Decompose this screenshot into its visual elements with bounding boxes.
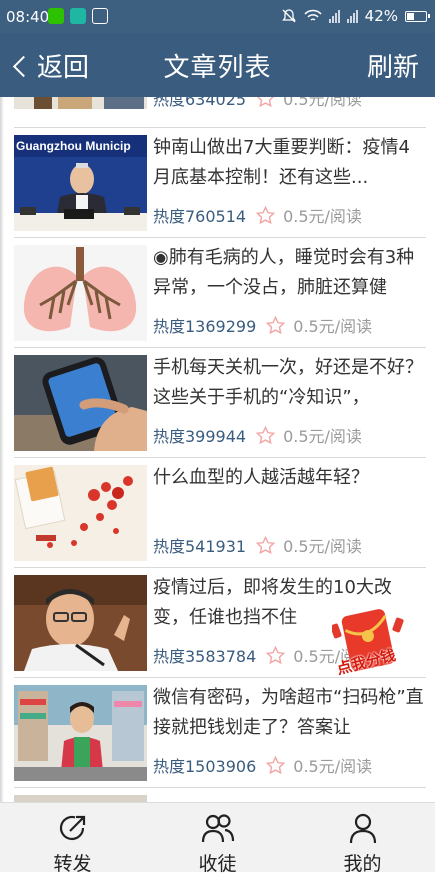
list-item[interactable]: 热度634025 0.5元/阅读: [14, 97, 426, 128]
article-meta: 热度1503906 0.5元/阅读: [153, 753, 372, 777]
article-thumbnail: [14, 97, 147, 109]
article-meta: 热度634025 0.5元/阅读: [153, 97, 362, 110]
article-meta: 热度760514 0.5元/阅读: [153, 203, 362, 227]
popularity-count: 热度634025: [153, 97, 247, 109]
person-icon: [349, 813, 377, 844]
article-meta: 热度399944 0.5元/阅读: [153, 423, 362, 447]
price-per-read: 0.5元/阅读: [293, 757, 373, 776]
list-item[interactable]: [14, 787, 426, 802]
article-thumbnail: [14, 465, 147, 561]
share-icon: [59, 815, 86, 841]
clean-icon: [92, 8, 108, 24]
status-bar: 08:40 42%: [0, 0, 435, 33]
refresh-button[interactable]: 刷新: [367, 47, 419, 84]
article-title: 什么血型的人越活越年轻？: [153, 467, 369, 488]
price-per-read: 0.5元/阅读: [283, 207, 362, 226]
article-thumbnail: [14, 685, 147, 781]
article-meta: 热度541931 0.5元/阅读: [153, 533, 362, 557]
users-icon: [201, 814, 235, 843]
article-meta: 热度1369299 0.5元/阅读: [153, 313, 372, 337]
red-envelope-floating-button[interactable]: 点我分钱: [330, 608, 404, 688]
mute-bell-icon: [281, 9, 296, 23]
status-notification-icons: [48, 8, 108, 24]
star-icon[interactable]: [256, 97, 275, 108]
article-thumbnail: [14, 245, 147, 341]
star-icon[interactable]: [256, 425, 276, 445]
article-title: 微信有密码，为啥超市“扫码枪”直接就把钱划走了？答案让: [153, 687, 424, 738]
article-thumbnail: [14, 355, 147, 451]
star-icon[interactable]: [266, 315, 286, 335]
popularity-count: 热度3583784: [153, 647, 257, 666]
price-per-read: 0.5元/阅读: [283, 537, 362, 556]
article-thumbnail: [14, 575, 147, 671]
bottom-tab-bar: 转发 收徒 我的: [0, 802, 435, 875]
star-icon[interactable]: [266, 645, 286, 665]
status-right: 42%: [281, 7, 430, 25]
article-title: 手机每天关机一次，好还是不好？这些关于手机的“冷知识”，: [153, 357, 423, 408]
tab-mine[interactable]: 我的: [290, 803, 435, 875]
list-item[interactable]: 微信有密码，为啥超市“扫码枪”直接就把钱划走了？答案让 热度1503906 0.…: [14, 677, 426, 788]
price-per-read: 0.5元/阅读: [283, 427, 362, 446]
popularity-count: 热度541931: [153, 537, 247, 556]
price-per-read: 0.5元/阅读: [283, 97, 362, 109]
popularity-count: 热度760514: [153, 207, 247, 226]
popularity-count: 热度399944: [153, 427, 247, 446]
battery-icon: [405, 10, 430, 22]
article-title: 钟南山做出7大重要判断：疫情4月底基本控制！还有这些...: [153, 137, 410, 188]
star-icon[interactable]: [266, 755, 286, 775]
status-time: 08:40: [6, 8, 50, 26]
app-notification-icon: [70, 8, 86, 24]
list-item[interactable]: Guangzhou Municip 钟南山做出7大重要判断：疫情4月底基本控制！…: [14, 127, 426, 238]
price-per-read: 0.5元/阅读: [293, 317, 373, 336]
list-item[interactable]: 手机每天关机一次，好还是不好？这些关于手机的“冷知识”， 热度399944 0.…: [14, 347, 426, 458]
signal-icon-2: [346, 9, 358, 23]
tab-share[interactable]: 转发: [0, 803, 145, 875]
article-list: 热度634025 0.5元/阅读 Guangzhou Municip 钟南山做出…: [0, 97, 435, 802]
list-item[interactable]: ◉肺有毛病的人，睡觉时会有3种异常，一个没占，肺脏还算健 热度1369299 0…: [14, 237, 426, 348]
article-title: ◉肺有毛病的人，睡觉时会有3种异常，一个没占，肺脏还算健: [153, 247, 415, 298]
wifi-icon: [304, 9, 322, 21]
wechat-icon: [48, 8, 64, 24]
left-edge-shadow: [0, 97, 4, 802]
article-thumbnail: Guangzhou Municip: [14, 135, 147, 231]
nav-bar: 返回 文章列表 刷新: [0, 33, 435, 97]
star-icon[interactable]: [256, 535, 276, 555]
popularity-count: 热度1503906: [153, 757, 257, 776]
tab-recruit[interactable]: 收徒: [145, 803, 290, 875]
list-item[interactable]: 什么血型的人越活越年轻？ 热度541931 0.5元/阅读: [14, 457, 426, 568]
star-icon[interactable]: [256, 205, 276, 225]
battery-percent: 42%: [364, 7, 398, 25]
article-thumbnail: [14, 795, 147, 802]
popularity-count: 热度1369299: [153, 317, 257, 336]
thumb-caption: Guangzhou Municip: [16, 139, 131, 153]
signal-icon: [328, 9, 340, 23]
